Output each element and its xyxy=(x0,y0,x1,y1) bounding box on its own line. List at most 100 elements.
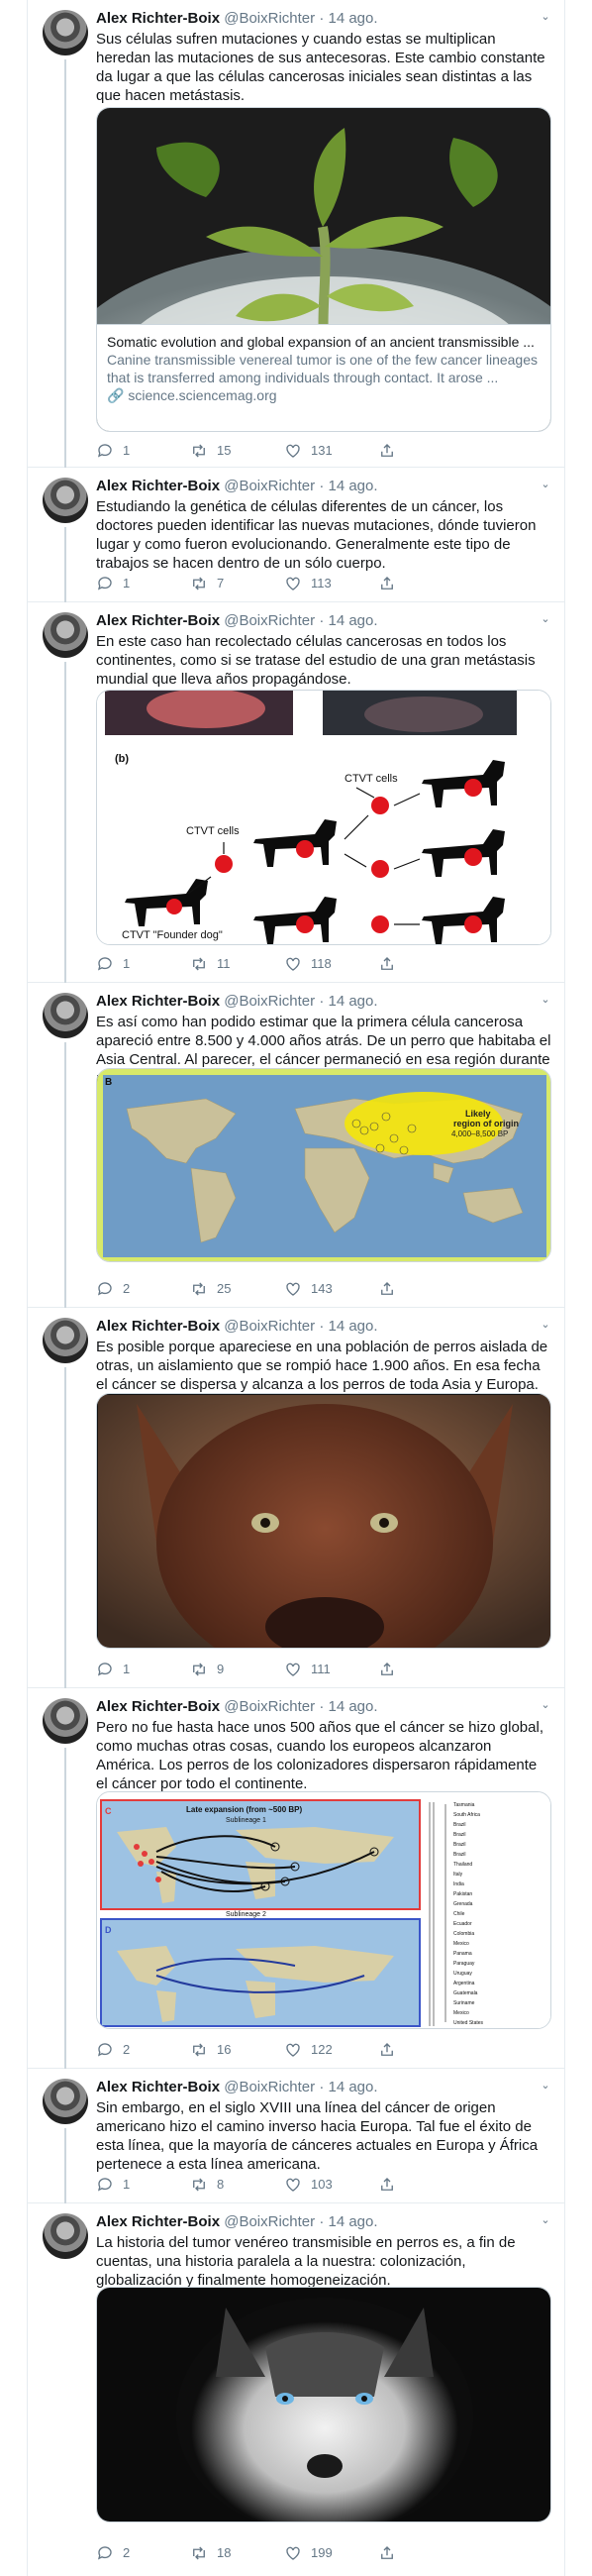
chevron-down-icon[interactable]: ⌄ xyxy=(539,1698,552,1712)
tweet-date[interactable]: · 14 ago. xyxy=(319,993,377,1010)
panel-c-label: C xyxy=(105,1806,112,1816)
tweet[interactable]: Alex Richter-Boix @BoixRichter · 14 ago.… xyxy=(28,602,564,983)
tweet-image[interactable]: Likely region of origin 4,000–8,500 BP B xyxy=(96,1068,551,1262)
reply-button[interactable]: 2 xyxy=(96,2544,130,2562)
tweet[interactable]: Alex Richter-Boix @BoixRichter · 14 ago.… xyxy=(28,2069,564,2203)
reply-button[interactable]: 1 xyxy=(96,955,130,973)
reply-button[interactable]: 1 xyxy=(96,2176,130,2194)
tweet-header: Alex Richter-Boix @BoixRichter · 14 ago. xyxy=(96,2213,378,2231)
avatar[interactable] xyxy=(43,478,88,523)
like-button[interactable]: 111 xyxy=(284,1661,331,1678)
retweet-icon xyxy=(193,444,205,458)
tweet[interactable]: Alex Richter-Boix @BoixRichter · 14 ago.… xyxy=(28,1308,564,1688)
like-button[interactable]: 122 xyxy=(284,2041,333,2059)
tweet[interactable]: Alex Richter-Boix @BoixRichter · 14 ago.… xyxy=(28,2203,564,2576)
tweet-date[interactable]: · 14 ago. xyxy=(319,1698,377,1715)
chevron-down-icon[interactable]: ⌄ xyxy=(539,478,552,491)
author-handle[interactable]: @BoixRichter xyxy=(224,993,315,1010)
reply-button[interactable]: 2 xyxy=(96,2041,130,2059)
heart-icon xyxy=(286,2546,300,2560)
tweet-header: Alex Richter-Boix @BoixRichter · 14 ago. xyxy=(96,10,378,28)
retweet-button[interactable]: 11 xyxy=(190,955,231,973)
share-button[interactable] xyxy=(378,1280,396,1298)
like-button[interactable]: 118 xyxy=(284,955,332,973)
tweet-date[interactable]: · 14 ago. xyxy=(319,478,377,494)
author-handle[interactable]: @BoixRichter xyxy=(224,10,315,27)
like-button[interactable]: 103 xyxy=(284,2176,333,2194)
tweet-image[interactable]: Late expansion (from ~500 BP) Sublineage… xyxy=(96,1791,551,2029)
author-handle[interactable]: @BoixRichter xyxy=(224,2213,315,2230)
retweet-button[interactable]: 15 xyxy=(190,442,231,460)
author-name[interactable]: Alex Richter-Boix xyxy=(96,10,220,27)
avatar[interactable] xyxy=(43,612,88,658)
tweet[interactable]: Alex Richter-Boix @BoixRichter · 14 ago.… xyxy=(28,983,564,1308)
tweet-header: Alex Richter-Boix @BoixRichter · 14 ago. xyxy=(96,993,378,1011)
share-button[interactable] xyxy=(378,575,396,592)
author-name[interactable]: Alex Richter-Boix xyxy=(96,612,220,629)
tweet-date[interactable]: · 14 ago. xyxy=(319,1318,377,1335)
tweet-date[interactable]: · 14 ago. xyxy=(319,612,377,629)
tweet-date[interactable]: · 14 ago. xyxy=(319,2079,377,2095)
chevron-down-icon[interactable]: ⌄ xyxy=(539,1318,552,1332)
author-name[interactable]: Alex Richter-Boix xyxy=(96,2079,220,2095)
share-icon xyxy=(381,444,393,457)
tweet-image[interactable] xyxy=(96,2287,551,2522)
author-name[interactable]: Alex Richter-Boix xyxy=(96,1318,220,1335)
like-button[interactable]: 131 xyxy=(284,442,333,460)
tweet[interactable]: Alex Richter-Boix @BoixRichter · 14 ago.… xyxy=(28,1688,564,2069)
like-count: 143 xyxy=(311,1281,333,1296)
author-handle[interactable]: @BoixRichter xyxy=(224,1318,315,1335)
like-button[interactable]: 113 xyxy=(284,575,332,592)
author-name[interactable]: Alex Richter-Boix xyxy=(96,478,220,494)
avatar[interactable] xyxy=(43,1698,88,1744)
reply-button[interactable]: 2 xyxy=(96,1280,130,1298)
chevron-down-icon[interactable]: ⌄ xyxy=(539,2213,552,2227)
share-button[interactable] xyxy=(378,2041,396,2059)
avatar[interactable] xyxy=(43,2079,88,2124)
tweet-date[interactable]: · 14 ago. xyxy=(319,10,377,27)
share-button[interactable] xyxy=(378,2544,396,2562)
tweet-image[interactable]: (b) CTVT cells CTVT cells CTVT "Founder … xyxy=(96,690,551,945)
tweet[interactable]: Alex Richter-Boix @BoixRichter · 14 ago.… xyxy=(28,468,564,602)
author-name[interactable]: Alex Richter-Boix xyxy=(96,993,220,1010)
like-button[interactable]: 199 xyxy=(284,2544,333,2562)
thread-line xyxy=(64,662,66,983)
reply-button[interactable]: 1 xyxy=(96,575,130,592)
card-footer: Somatic evolution and global expansion o… xyxy=(97,324,550,431)
avatar[interactable] xyxy=(43,2213,88,2259)
author-handle[interactable]: @BoixRichter xyxy=(224,478,315,494)
reply-button[interactable]: 1 xyxy=(96,442,130,460)
tweet[interactable]: Alex Richter-Boix @BoixRichter · 14 ago.… xyxy=(28,0,564,468)
author-name[interactable]: Alex Richter-Boix xyxy=(96,1698,220,1715)
reply-button[interactable]: 1 xyxy=(96,1661,130,1678)
link-card[interactable]: Somatic evolution and global expansion o… xyxy=(96,107,551,432)
chevron-down-icon[interactable]: ⌄ xyxy=(539,993,552,1007)
author-name[interactable]: Alex Richter-Boix xyxy=(96,2213,220,2230)
chevron-down-icon[interactable]: ⌄ xyxy=(539,2079,552,2093)
chevron-down-icon[interactable]: ⌄ xyxy=(539,10,552,24)
retweet-button[interactable]: 25 xyxy=(190,1280,231,1298)
like-button[interactable]: 143 xyxy=(284,1280,333,1298)
tweet-date[interactable]: · 14 ago. xyxy=(319,2213,377,2230)
share-button[interactable] xyxy=(378,955,396,973)
avatar[interactable] xyxy=(43,993,88,1038)
retweet-icon xyxy=(193,2546,205,2560)
retweet-button[interactable]: 18 xyxy=(190,2544,231,2562)
retweet-button[interactable]: 9 xyxy=(190,1661,224,1678)
chevron-down-icon[interactable]: ⌄ xyxy=(539,612,552,626)
share-button[interactable] xyxy=(378,1661,396,1678)
retweet-button[interactable]: 16 xyxy=(190,2041,231,2059)
card-link-text: science.sciencemag.org xyxy=(128,387,277,403)
author-handle[interactable]: @BoixRichter xyxy=(224,1698,315,1715)
avatar[interactable] xyxy=(43,1318,88,1363)
tweet-image[interactable] xyxy=(96,1393,551,1649)
avatar[interactable] xyxy=(43,10,88,55)
share-button[interactable] xyxy=(378,2176,396,2194)
author-handle[interactable]: @BoixRichter xyxy=(224,2079,315,2095)
retweet-button[interactable]: 8 xyxy=(190,2176,224,2194)
column-border-right xyxy=(564,0,565,2576)
author-handle[interactable]: @BoixRichter xyxy=(224,612,315,629)
retweet-button[interactable]: 7 xyxy=(190,575,224,592)
ctvt-figure: (b) CTVT cells CTVT cells CTVT "Founder … xyxy=(97,691,550,944)
share-button[interactable] xyxy=(378,442,396,460)
